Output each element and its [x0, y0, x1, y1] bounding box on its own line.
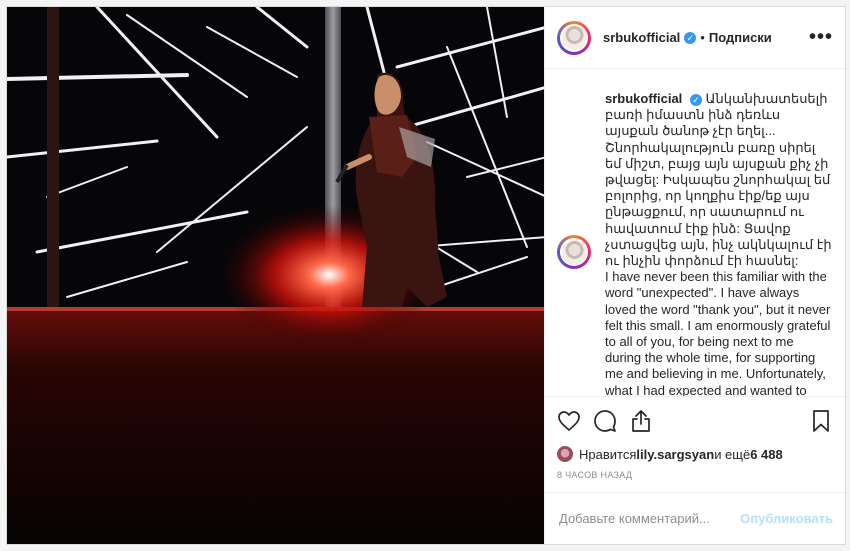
comments-area[interactable]: srbukofficial ✓ Անկանխատեսելի բառի իմաստ…	[545, 69, 845, 396]
post-sidebar: srbukofficial ✓ • Подписки ••• srbukoffi…	[544, 7, 845, 544]
caption-english: I have never been this familiar with the…	[605, 269, 831, 396]
share-icon[interactable]	[629, 409, 653, 433]
bookmark-icon[interactable]	[809, 409, 833, 433]
likes-count[interactable]: 6 488	[750, 447, 783, 462]
separator-dot: •	[700, 30, 705, 45]
author-avatar[interactable]	[557, 20, 591, 55]
caption-armenian: Անկանխատեսելի բառի իմաստն ինձ դեռևս այսք…	[605, 91, 832, 269]
heart-icon[interactable]	[557, 409, 581, 433]
add-comment-bar: Опубликовать	[545, 492, 845, 544]
caption-username[interactable]: srbukofficial	[605, 91, 682, 106]
likes-summary: Нравится lily.sargsyan и ещё 6 488	[545, 444, 845, 464]
post-header: srbukofficial ✓ • Подписки •••	[545, 7, 845, 69]
verified-badge-icon: ✓	[684, 31, 697, 44]
caption-avatar[interactable]	[557, 235, 591, 269]
likes-middle: и ещё	[714, 446, 751, 462]
liker-avatar[interactable]	[557, 446, 573, 462]
more-options-icon[interactable]: •••	[809, 26, 833, 49]
post-photo[interactable]	[7, 7, 544, 544]
stage-photo-illustration	[7, 7, 544, 544]
post-timestamp[interactable]: 8 ЧАСОВ НАЗАД	[545, 464, 845, 492]
caption-block: srbukofficial ✓ Անկանխատեսելի բառի իմաստ…	[557, 91, 833, 396]
verified-badge-icon: ✓	[689, 93, 702, 106]
caption-text: srbukofficial ✓ Անկանխատեսելի բառի իմաստ…	[605, 91, 833, 396]
comment-input[interactable]	[557, 510, 741, 527]
comment-icon[interactable]	[593, 409, 617, 433]
post-dialog: srbukofficial ✓ • Подписки ••• srbukoffi…	[6, 6, 846, 545]
author-username[interactable]: srbukofficial	[603, 30, 680, 45]
following-button[interactable]: Подписки	[709, 30, 772, 45]
publish-button[interactable]: Опубликовать	[740, 511, 833, 526]
likes-prefix: Нравится	[579, 446, 637, 462]
action-bar	[545, 396, 845, 444]
liker-username[interactable]: lily.sargsyan	[636, 447, 714, 462]
